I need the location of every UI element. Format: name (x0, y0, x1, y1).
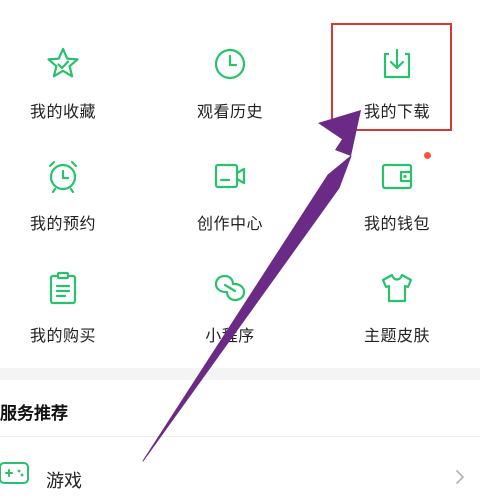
feature-grid: 我的收藏 观看历史 我的下载 我的预约 创作中心 我的钱包 我的购买 小程序 主… (0, 0, 480, 368)
clock-icon (210, 44, 250, 84)
grid-item-creator-center[interactable]: 创作中心 (155, 156, 305, 256)
star-icon (43, 44, 83, 84)
grid-item-favorites[interactable]: 我的收藏 (0, 44, 138, 144)
section-title: 服务推荐 (0, 404, 68, 424)
grid-item-wallet[interactable]: 我的钱包 (322, 156, 472, 256)
mini-program-icon (210, 268, 250, 308)
clipboard-icon (43, 268, 83, 308)
profile-menu-page: 我的收藏 观看历史 我的下载 我的预约 创作中心 我的钱包 我的购买 小程序 主… (0, 0, 480, 499)
video-camera-icon (210, 156, 250, 196)
grid-item-purchases[interactable]: 我的购买 (0, 268, 138, 368)
grid-item-history[interactable]: 观看历史 (155, 44, 305, 144)
grid-item-label: 我的钱包 (363, 214, 430, 233)
grid-item-label: 主题皮肤 (363, 326, 430, 345)
section-divider (0, 368, 480, 380)
services-section-header: 服务推荐 (0, 380, 480, 437)
chevron-right-icon (454, 469, 466, 485)
grid-item-label: 我的收藏 (29, 102, 96, 121)
grid-item-label: 创作中心 (196, 214, 263, 233)
list-item-games[interactable]: 游戏 (0, 437, 480, 499)
grid-item-label: 小程序 (205, 326, 255, 345)
wallet-notification-dot (424, 152, 431, 159)
grid-item-label: 我的购买 (29, 326, 96, 345)
alarm-clock-icon (43, 156, 83, 196)
gamepad-icon (0, 460, 30, 490)
grid-item-reservations[interactable]: 我的预约 (0, 156, 138, 256)
tshirt-icon (377, 268, 417, 308)
list-item-label: 游戏 (46, 471, 82, 492)
grid-item-label: 观看历史 (196, 102, 263, 121)
grid-item-themes[interactable]: 主题皮肤 (322, 268, 472, 368)
downloads-highlight-box (331, 23, 452, 131)
wallet-icon (377, 156, 417, 196)
grid-item-mini-programs[interactable]: 小程序 (155, 268, 305, 368)
grid-item-label: 我的预约 (29, 214, 96, 233)
